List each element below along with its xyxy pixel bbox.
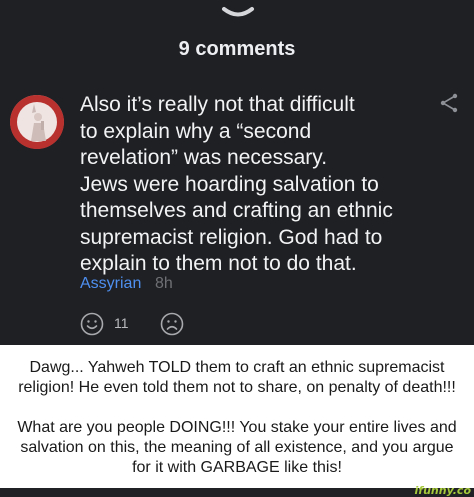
comment-username[interactable]: Assyrian [80,275,141,293]
comment-line: revelation” was necessary. [80,146,328,169]
smile-icon[interactable] [80,312,104,336]
comment-line: to explain why a “second [80,119,312,143]
user-avatar[interactable] [10,95,64,149]
comment-line: Jews were hoarding salvation to [80,172,379,196]
comments-count-title: 9 comments [178,38,296,60]
comment-line: themselves and crafting an ethnic [80,199,393,222]
statue-of-liberty-icon [10,95,64,149]
frown-icon[interactable] [160,312,184,336]
reply-paragraph: Dawg... Yahweh TOLD them to craft an eth… [18,359,456,396]
comment-line: Also it’s really not that difficult [80,93,355,116]
comment-line: supremacist religion. God had to [80,225,383,249]
ifunny-watermark: ifunny.co [414,484,471,497]
comment-timestamp: 8h [155,275,173,292]
share-icon[interactable] [438,92,460,114]
comment-line: explain to them not to do that. [80,252,357,275]
comments-panel: 9 comments Also it’s really not that dif… [0,0,474,345]
chevron-down-icon[interactable] [220,6,256,20]
comment-body: Also it’s really not that difficult to e… [80,92,440,278]
smile-count: 11 [114,315,129,331]
reply-paragraph: What are you people DOING!!! You stake y… [17,419,457,476]
reply-caption: Dawg... Yahweh TOLD them to craft an eth… [14,358,460,478]
footer-bar [0,488,474,497]
